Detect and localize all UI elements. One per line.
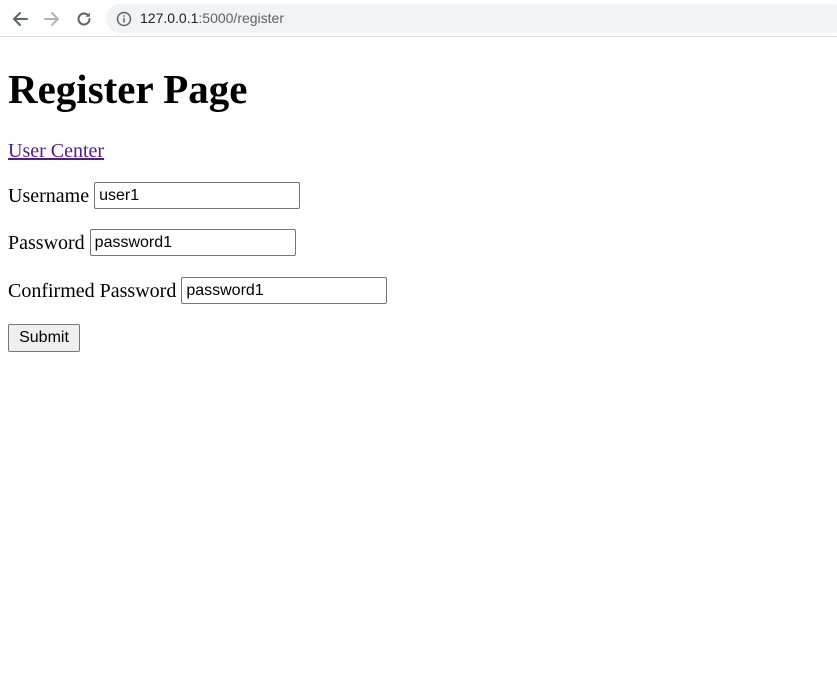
password-row: Password (8, 229, 296, 256)
address-bar[interactable]: 127.0.0.1:5000/register (106, 4, 837, 33)
url-text: 127.0.0.1:5000/register (140, 4, 284, 33)
arrow-left-icon (13, 12, 28, 26)
page-title: Register Page (8, 66, 248, 112)
back-button[interactable] (7, 6, 33, 32)
confirm-password-input[interactable] (181, 277, 388, 304)
confirm-password-row: Confirmed Password (8, 277, 388, 304)
username-row: Username (8, 182, 301, 209)
url-path: :5000/register (198, 10, 284, 26)
info-icon[interactable] (116, 11, 132, 27)
password-input[interactable] (89, 229, 296, 256)
reload-button[interactable] (71, 6, 97, 32)
forward-button[interactable] (39, 6, 65, 32)
reload-icon (77, 12, 91, 26)
confirm-password-label: Confirmed Password (8, 279, 177, 302)
url-host: 127.0.0.1 (140, 10, 199, 26)
password-label: Password (8, 231, 85, 254)
browser-toolbar: 127.0.0.1:5000/register (0, 0, 837, 37)
submit-button[interactable]: Submit (8, 324, 80, 352)
arrow-right-icon (44, 12, 59, 26)
user-center-link[interactable]: User Center (8, 139, 104, 163)
username-label: Username (8, 184, 90, 207)
username-input[interactable] (94, 182, 301, 209)
